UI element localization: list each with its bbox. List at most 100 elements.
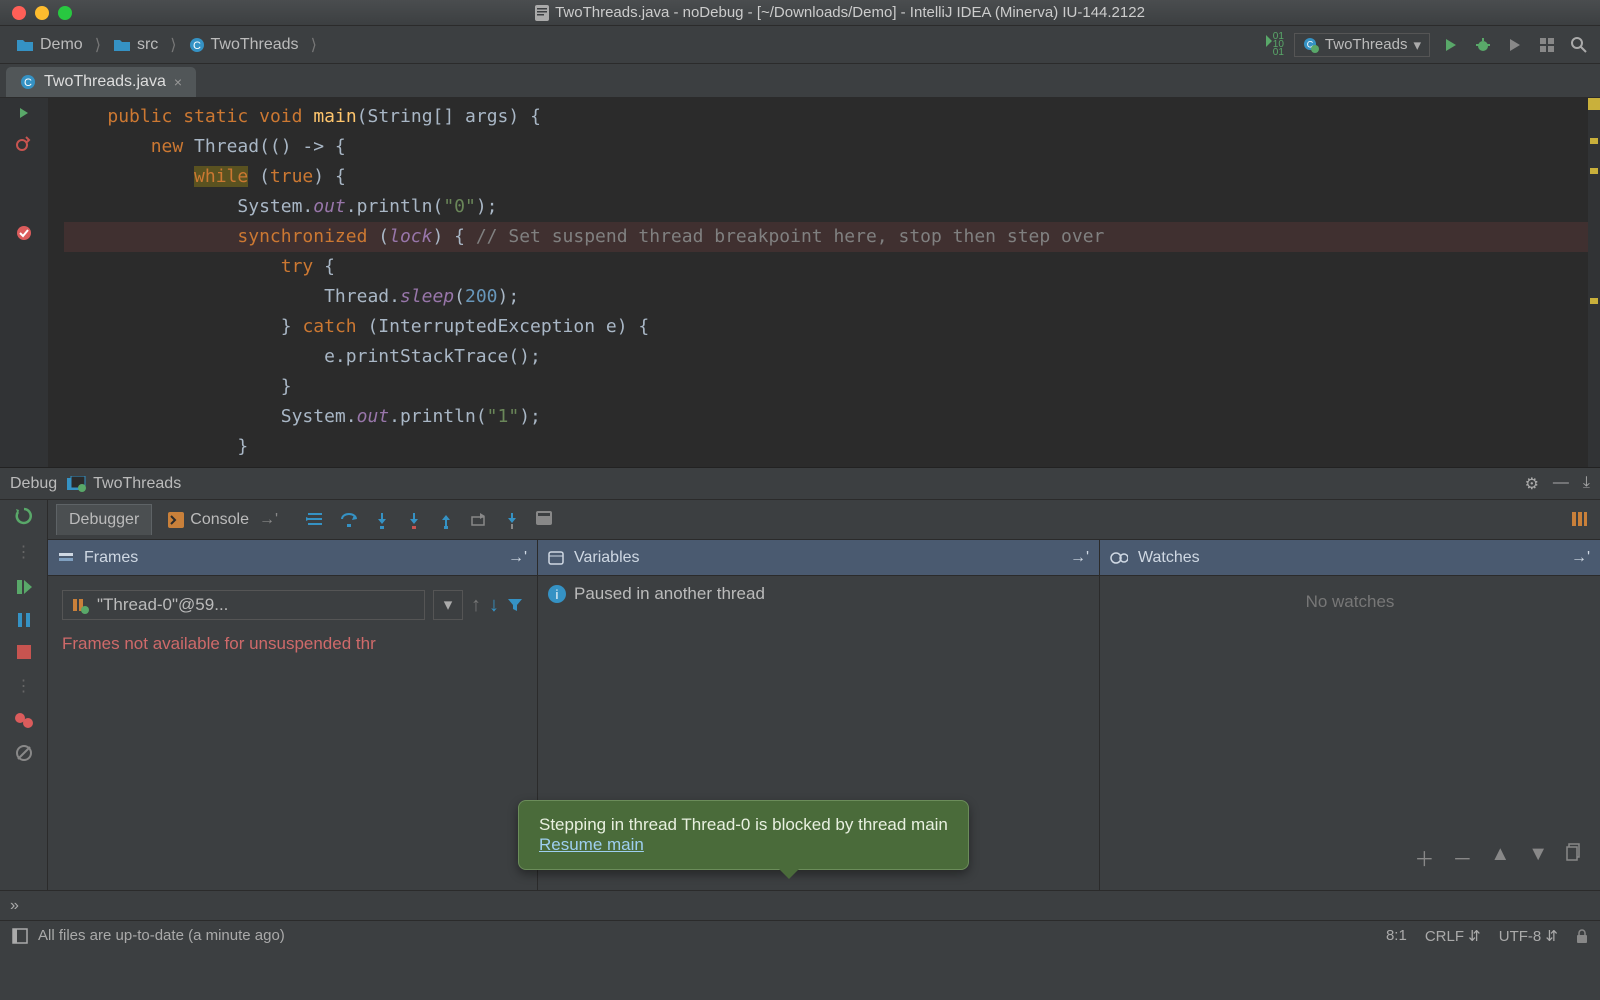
navbar-right: 011001 C TwoThreads ▾: [1264, 33, 1590, 57]
svg-text:C: C: [193, 40, 201, 52]
add-watch-button[interactable]: ＋: [1414, 843, 1434, 872]
file-encoding[interactable]: UTF-8 ⇵: [1499, 927, 1558, 945]
editor[interactable]: public static void main(String[] args) {…: [0, 98, 1600, 468]
minimize-tw-icon[interactable]: —: [1553, 474, 1569, 494]
run-gutter-icon[interactable]: [18, 107, 30, 119]
rerun-button[interactable]: [14, 506, 34, 526]
svg-text:C: C: [24, 77, 32, 89]
tab-debugger[interactable]: Debugger: [56, 504, 152, 535]
project-structure-button[interactable]: [1536, 34, 1558, 56]
debug-side-toolbar: ⋮ ⋮: [0, 500, 48, 890]
tab-twothreads[interactable]: C TwoThreads.java ×: [6, 67, 196, 97]
move-down-button[interactable]: ▼: [1528, 843, 1548, 872]
run-to-cursor-button[interactable]: [504, 511, 520, 529]
breakpoint-icon[interactable]: [16, 225, 32, 241]
console-icon: [168, 512, 184, 528]
copy-watch-button[interactable]: [1566, 843, 1582, 872]
make-project-icon[interactable]: 011001: [1264, 33, 1284, 57]
debugger-tabs: Debugger Console →': [48, 500, 1600, 540]
class-icon: C: [20, 74, 36, 90]
evaluate-button[interactable]: [536, 511, 552, 529]
stop-button[interactable]: [16, 644, 32, 660]
frames-icon: [58, 550, 74, 566]
show-exec-point-button[interactable]: [306, 511, 324, 529]
breakpoints-button[interactable]: [14, 712, 34, 728]
resume-button[interactable]: [15, 578, 33, 596]
expand-icon[interactable]: »: [10, 897, 19, 915]
line-separator[interactable]: CRLF ⇵: [1425, 927, 1481, 945]
lock-icon[interactable]: [1576, 929, 1588, 943]
breadcrumb: Demo ⟩ src ⟩ C TwoThreads ⟩: [10, 34, 319, 56]
crumb-class[interactable]: C TwoThreads: [183, 34, 305, 56]
statusbar: All files are up-to-date (a minute ago) …: [0, 920, 1600, 950]
prev-frame-button[interactable]: ↑: [471, 594, 481, 617]
crumb-src[interactable]: src: [107, 34, 164, 56]
close-tab-icon[interactable]: ×: [174, 74, 182, 90]
crumb-separator: ⟩: [311, 35, 317, 55]
mute-breakpoints-button[interactable]: [15, 744, 33, 762]
status-message: All files are up-to-date (a minute ago): [38, 927, 285, 944]
folder-icon: [113, 38, 131, 52]
tw-title: Debug: [10, 475, 57, 493]
frames-message: Frames not available for unsuspended thr: [58, 626, 527, 662]
titlebar: TwoThreads.java - noDebug - [~/Downloads…: [0, 0, 1600, 26]
restore-layout-icon[interactable]: →': [508, 549, 527, 567]
force-step-into-button[interactable]: [406, 511, 422, 529]
variables-message: i Paused in another thread: [548, 584, 1089, 604]
variables-icon: [548, 550, 564, 566]
class-run-icon: C: [1303, 37, 1319, 53]
folder-icon: [16, 38, 34, 52]
remove-watch-button[interactable]: －: [1452, 843, 1472, 872]
watches-toolbar: ＋ － ▲ ▼: [1414, 843, 1582, 872]
separator-dots: ⋮: [16, 676, 32, 696]
debug-tool-window: ⋮ ⋮ Debugger Console →': [0, 500, 1600, 890]
expand-bar[interactable]: »: [0, 890, 1600, 920]
thread-icon: [71, 596, 89, 614]
pause-button[interactable]: [16, 612, 32, 628]
search-button[interactable]: [1568, 34, 1590, 56]
code-area[interactable]: public static void main(String[] args) {…: [48, 98, 1600, 467]
resume-main-link[interactable]: Resume main: [539, 835, 644, 854]
minimize-window-button[interactable]: [35, 6, 49, 20]
filter-frames-button[interactable]: [507, 597, 523, 613]
step-into-button[interactable]: [374, 511, 390, 529]
step-out-button[interactable]: [438, 511, 454, 529]
run-button[interactable]: [1440, 34, 1462, 56]
zoom-window-button[interactable]: [58, 6, 72, 20]
close-window-button[interactable]: [12, 6, 26, 20]
next-frame-button[interactable]: ↓: [489, 594, 499, 617]
drop-frame-button[interactable]: [470, 511, 488, 529]
watches-pane: Watches →' No watches: [1100, 540, 1600, 890]
separator-dots: ⋮: [16, 542, 32, 562]
file-icon: [535, 5, 549, 21]
error-stripe[interactable]: [1588, 98, 1600, 467]
coverage-button[interactable]: [1504, 34, 1526, 56]
step-over-button[interactable]: [340, 511, 358, 529]
thread-dropdown-button[interactable]: ▾: [433, 590, 463, 620]
crumb-project[interactable]: Demo: [10, 34, 89, 56]
thread-dump-button[interactable]: [1570, 510, 1588, 530]
settings-icon[interactable]: ⚙: [1525, 474, 1539, 494]
notification-balloon: Stepping in thread Thread-0 is blocked b…: [518, 800, 969, 870]
window-title: TwoThreads.java - noDebug - [~/Downloads…: [92, 4, 1588, 21]
debug-button[interactable]: [1472, 34, 1494, 56]
move-up-button[interactable]: ▲: [1490, 843, 1510, 872]
chevron-down-icon: ▾: [444, 595, 453, 615]
thread-dropdown[interactable]: "Thread-0"@59...: [62, 590, 425, 620]
crumb-separator: ⟩: [170, 35, 176, 55]
tool-windows-icon[interactable]: [12, 928, 28, 944]
navigation-bar: Demo ⟩ src ⟩ C TwoThreads ⟩ 011001 C Two…: [0, 26, 1600, 64]
override-icon[interactable]: [16, 135, 32, 151]
tab-console[interactable]: Console →': [156, 505, 290, 535]
watches-empty: No watches: [1110, 592, 1590, 612]
gutter[interactable]: [0, 98, 48, 467]
run-config-selector[interactable]: C TwoThreads ▾: [1294, 33, 1430, 57]
frames-pane: Frames →' "Thread-0"@59... ▾ ↑ ↓: [48, 540, 538, 890]
caret-position[interactable]: 8:1: [1386, 927, 1407, 944]
restore-layout-icon[interactable]: →': [1070, 549, 1089, 567]
restore-layout-icon[interactable]: →': [1571, 549, 1590, 567]
crumb-separator: ⟩: [95, 35, 101, 55]
step-toolbar: [306, 511, 552, 529]
dock-icon[interactable]: ⤓: [1583, 474, 1590, 494]
debug-tool-window-header: Debug TwoThreads ⚙ — ⤓: [0, 468, 1600, 500]
